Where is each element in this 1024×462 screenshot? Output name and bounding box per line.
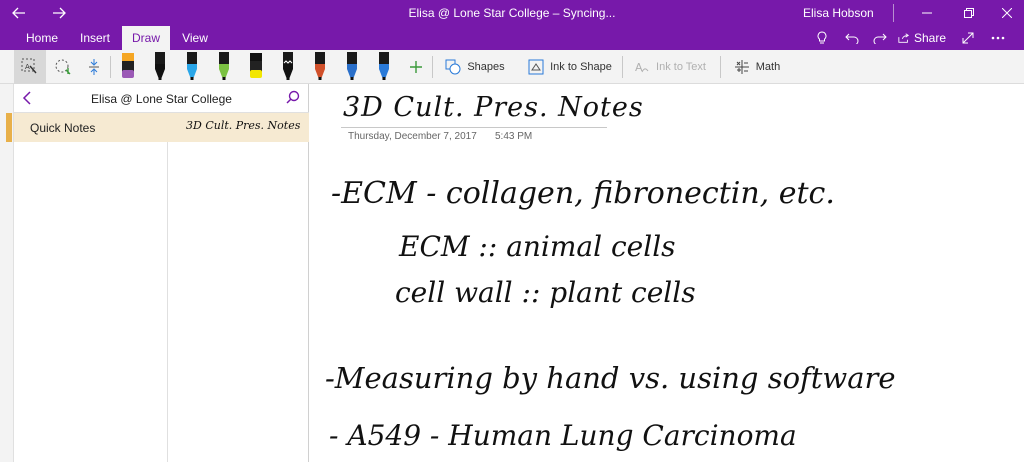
share-icon xyxy=(898,33,910,43)
divider xyxy=(622,56,623,78)
share-label: Share xyxy=(913,31,946,45)
pen-4-icon[interactable] xyxy=(219,52,229,80)
user-name[interactable]: Elisa Hobson xyxy=(803,6,874,20)
pen-7-icon[interactable] xyxy=(315,52,325,80)
pen-5-icon[interactable] xyxy=(250,53,262,78)
ink-line[interactable]: cell wall :: plant cells xyxy=(395,276,696,309)
tab-insert[interactable]: Insert xyxy=(70,26,120,50)
divider xyxy=(720,56,721,78)
divider xyxy=(432,56,433,78)
tab-draw[interactable]: Draw xyxy=(122,26,170,50)
ink-line[interactable]: -Measuring by hand vs. using software xyxy=(325,361,896,395)
section-item-quick-notes[interactable]: Quick Notes xyxy=(6,113,168,142)
search-icon[interactable] xyxy=(286,90,300,109)
pen-9-icon[interactable] xyxy=(379,52,389,80)
title-bar: Elisa @ Lone Star College – Syncing... E… xyxy=(0,0,1024,26)
forward-arrow-icon[interactable] xyxy=(46,0,72,26)
page-title-ink: 3D Cult. Pres. Notes xyxy=(186,119,301,132)
section-color-tab xyxy=(6,113,12,142)
notebook-title[interactable]: Elisa @ Lone Star College xyxy=(14,92,309,106)
share-button[interactable]: Share xyxy=(898,26,946,50)
section-label: Quick Notes xyxy=(30,121,96,135)
ink-to-shape-label: Ink to Shape xyxy=(550,61,612,73)
page-list: 3D Cult. Pres. Notes xyxy=(168,113,309,462)
ink-to-shape-icon xyxy=(528,59,544,75)
pen-palette xyxy=(122,52,389,80)
page-canvas[interactable]: 3D Cult. Pres. Notes Thursday, December … xyxy=(309,84,1024,462)
ink-to-text-label: Ink to Text xyxy=(656,61,706,73)
tab-view[interactable]: View xyxy=(174,26,216,50)
expand-icon[interactable] xyxy=(956,26,980,50)
svg-text:A: A xyxy=(635,61,643,74)
math-icon xyxy=(734,60,749,74)
pen-8-icon[interactable] xyxy=(347,52,357,80)
shapes-icon xyxy=(445,59,461,75)
page-time: 5:43 PM xyxy=(495,131,533,142)
section-list: Quick Notes xyxy=(6,113,168,462)
lasso-icon[interactable] xyxy=(48,50,78,84)
restore-icon[interactable] xyxy=(954,0,984,26)
redo-icon[interactable] xyxy=(868,26,892,50)
math-button[interactable]: Math xyxy=(728,50,786,84)
title-underline xyxy=(341,127,607,128)
svg-text:A: A xyxy=(25,63,30,71)
ink-line[interactable]: - A549 - Human Lung Carcinoma xyxy=(329,419,797,452)
math-label: Math xyxy=(755,61,781,73)
page-title[interactable]: 3D Cult. Pres. Notes xyxy=(343,92,644,123)
pen-1-icon[interactable] xyxy=(122,53,134,78)
back-arrow-icon[interactable] xyxy=(6,0,32,26)
lightbulb-icon[interactable] xyxy=(810,26,834,50)
divider xyxy=(110,56,111,78)
lasso-select-icon[interactable]: A xyxy=(14,50,46,84)
add-space-icon[interactable] xyxy=(80,50,108,84)
page-date: Thursday, December 7, 2017 xyxy=(348,131,477,142)
ink-to-text-button: A Ink to Text xyxy=(628,50,712,84)
pen-6-icon[interactable] xyxy=(283,52,293,80)
ribbon-tabs: Home Insert Draw View Share xyxy=(0,26,1024,50)
ink-to-text-icon: A xyxy=(635,61,649,74)
minimize-icon[interactable] xyxy=(912,0,942,26)
navigation-pane: Elisa @ Lone Star College Quick Notes 3D… xyxy=(6,84,309,462)
notebook-header: Elisa @ Lone Star College xyxy=(14,84,309,113)
pen-2-icon[interactable] xyxy=(155,52,165,80)
more-options-icon[interactable] xyxy=(986,26,1010,50)
pen-3-icon[interactable] xyxy=(187,52,197,80)
ink-line[interactable]: ECM :: animal cells xyxy=(399,230,676,263)
divider xyxy=(893,4,894,22)
draw-toolbar: A Shapes Ink to Shape A Ink to Text Math xyxy=(0,50,1024,84)
shapes-label: Shapes xyxy=(467,61,505,73)
tab-home[interactable]: Home xyxy=(18,26,66,50)
shapes-button[interactable]: Shapes xyxy=(440,50,510,84)
ink-line[interactable]: -ECM - collagen, fibronectin, etc. xyxy=(331,176,835,211)
close-icon[interactable] xyxy=(992,0,1022,26)
page-item[interactable]: 3D Cult. Pres. Notes xyxy=(168,113,309,142)
undo-icon[interactable] xyxy=(840,26,864,50)
ink-to-shape-button[interactable]: Ink to Shape xyxy=(524,50,616,84)
add-pen-icon[interactable] xyxy=(404,50,428,84)
